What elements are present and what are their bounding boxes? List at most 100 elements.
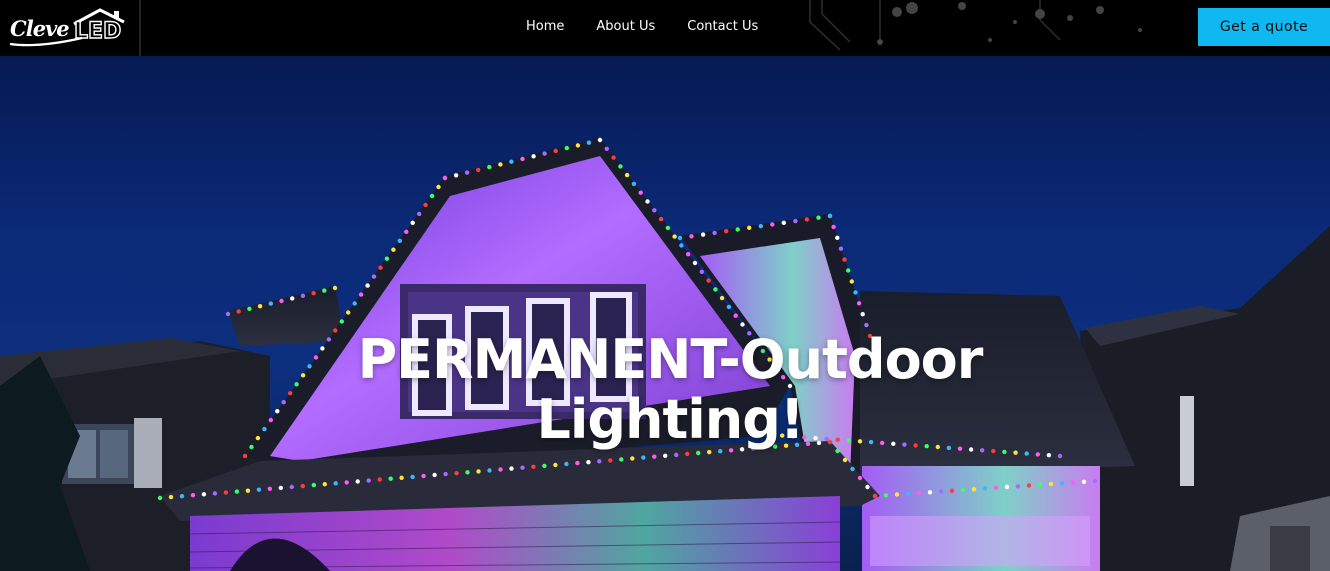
led-light-dot — [586, 460, 591, 465]
led-light-dot — [872, 493, 878, 499]
led-light-dot — [453, 173, 459, 178]
led-light-dot — [157, 495, 163, 501]
nav-about-link[interactable]: About Us — [580, 18, 671, 36]
led-light-dot — [564, 145, 569, 151]
logo-swoosh — [9, 36, 83, 47]
led-light-dot — [686, 252, 691, 257]
led-light-dot — [333, 481, 338, 486]
led-light-dot — [857, 475, 863, 481]
led-light-dot — [804, 217, 810, 222]
clevelED-logo[interactable]: Cleve LED — [8, 8, 126, 48]
led-light-dot — [1046, 453, 1052, 458]
led-light-dot — [201, 492, 207, 497]
led-light-dot — [1037, 482, 1043, 487]
led-light-dot — [971, 487, 977, 492]
led-light-dot — [1048, 481, 1054, 487]
led-light-dot — [894, 492, 900, 497]
led-light-dot — [652, 208, 657, 213]
led-light-dot — [692, 260, 698, 266]
led-light-dot — [586, 140, 592, 145]
nav-home-link[interactable]: Home — [510, 18, 580, 36]
led-light-dot — [355, 479, 360, 484]
led-light-dot — [781, 220, 786, 225]
led-light-dot — [245, 488, 251, 493]
led-light-dot — [597, 137, 603, 143]
led-light-dot — [454, 471, 459, 476]
led-light-dot — [1070, 480, 1076, 485]
led-light-dot — [179, 494, 185, 499]
led-light-dot — [564, 461, 569, 467]
led-light-dot — [689, 234, 694, 239]
led-light-dot — [352, 301, 357, 306]
led-light-dot — [378, 265, 383, 270]
led-light-dot — [311, 291, 316, 296]
led-light-dot — [1024, 451, 1029, 456]
led-light-dot — [712, 230, 717, 236]
led-light-dot — [366, 478, 371, 483]
led-light-dot — [520, 465, 525, 470]
led-light-dot — [905, 491, 911, 496]
get-quote-button[interactable]: Get a quote — [1198, 8, 1330, 46]
led-light-dot — [699, 269, 704, 274]
led-light-dot — [604, 146, 609, 151]
led-light-dot — [322, 482, 327, 487]
led-light-dot — [377, 477, 382, 482]
led-light-dot — [853, 290, 858, 295]
led-light-dot — [630, 456, 635, 461]
led-light-dot — [410, 474, 415, 480]
led-light-dot — [429, 193, 435, 199]
led-light-dot — [927, 490, 933, 495]
led-light-dot — [665, 225, 671, 231]
led-light-dot — [1035, 452, 1041, 457]
led-light-dot — [417, 211, 422, 217]
led-light-dot — [677, 235, 683, 241]
led-light-dot — [464, 170, 470, 175]
led-light-dot — [388, 476, 393, 481]
led-light-dot — [575, 460, 580, 466]
led-light-dot — [278, 485, 283, 491]
site-header: Cleve LED Home About Us Contact Us Get a… — [0, 0, 1330, 56]
led-light-dot — [883, 493, 889, 498]
led-light-dot — [842, 257, 847, 262]
led-light-dot — [257, 304, 263, 309]
led-light-dot — [332, 285, 338, 291]
led-light-dot — [726, 304, 732, 310]
led-light-dot — [641, 455, 646, 460]
led-light-dot — [247, 306, 252, 311]
led-light-dot — [638, 190, 643, 195]
led-light-dot — [344, 480, 349, 485]
led-light-dot — [290, 296, 295, 301]
led-light-dot — [289, 484, 294, 490]
led-light-dot — [619, 457, 624, 462]
led-light-dot — [733, 313, 738, 318]
led-light-dot — [487, 164, 492, 170]
hero-title: PERMANENT-Outdoor Lighting! — [357, 328, 984, 451]
led-light-dot — [827, 213, 833, 219]
led-light-dot — [249, 444, 254, 450]
led-light-dot — [679, 243, 684, 248]
led-light-dot — [443, 471, 448, 477]
led-light-dot — [916, 490, 922, 496]
led-light-dot — [860, 312, 865, 317]
led-light-dot — [846, 268, 851, 273]
led-light-dot — [1015, 484, 1021, 489]
led-light-dot — [322, 288, 327, 293]
led-light-dot — [242, 453, 248, 459]
led-light-dot — [223, 490, 229, 495]
led-light-dot — [1057, 453, 1063, 459]
led-light-dot — [487, 468, 492, 473]
led-light-dot — [190, 493, 196, 498]
nav-contact-link[interactable]: Contact Us — [671, 18, 774, 36]
led-light-dot — [758, 224, 763, 229]
led-light-dot — [498, 162, 503, 167]
led-light-dot — [713, 287, 718, 292]
led-light-dot — [724, 229, 729, 234]
led-light-dot — [371, 274, 377, 279]
led-light-dot — [575, 143, 581, 148]
led-light-dot — [465, 470, 470, 475]
led-light-dot — [719, 295, 725, 301]
led-light-dot — [267, 486, 272, 491]
led-light-dot — [597, 459, 602, 464]
led-light-dot — [960, 487, 966, 493]
led-light-dot — [949, 488, 955, 493]
